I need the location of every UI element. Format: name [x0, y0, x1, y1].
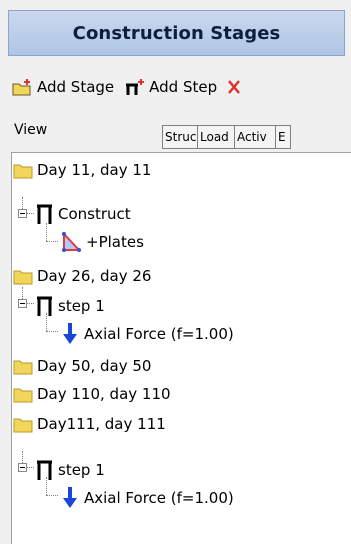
frame-icon: [37, 296, 52, 316]
expand-toggle[interactable]: [18, 299, 27, 308]
tree-item[interactable]: Axial Force (f=1.00): [60, 483, 234, 513]
view-row: View Struc Load Activ E: [0, 112, 351, 152]
step-label: Construct: [58, 205, 131, 223]
step-label: step 1: [58, 461, 105, 479]
tree-line: [46, 241, 58, 242]
frame-add-icon: [126, 79, 145, 95]
tree-step[interactable]: step 1: [36, 455, 105, 485]
stage-label: Day 26, day 26: [37, 267, 152, 285]
folder-icon: [13, 360, 33, 375]
panel-title: Construction Stages: [72, 22, 281, 44]
panel-header: Construction Stages: [8, 10, 345, 56]
tree-line: [26, 213, 34, 214]
tree-stage[interactable]: Day 110, day 110: [13, 379, 171, 409]
tree-line: [46, 331, 58, 332]
delete-icon: [228, 80, 241, 94]
plate-icon: [62, 231, 82, 252]
stage-label: Day111, day 111: [37, 415, 166, 433]
tree-line: [46, 495, 58, 496]
tab-e[interactable]: E: [275, 125, 291, 149]
arrow-down-icon: [63, 487, 77, 508]
add-step-label: Add Step: [149, 78, 218, 96]
stage-label: Day 50, day 50: [37, 357, 152, 375]
expand-toggle[interactable]: [18, 209, 27, 218]
stage-tree[interactable]: Day 11, day 11 Construct +Plates Day 26,…: [11, 152, 351, 544]
tree-stage[interactable]: Day 26, day 26: [13, 261, 151, 291]
tab-struc[interactable]: Struc: [162, 125, 198, 149]
folder-icon: [13, 164, 33, 179]
tree-line: [26, 303, 34, 304]
stage-label: Day 11, day 11: [37, 161, 152, 179]
stage-label: Day 110, day 110: [37, 385, 171, 403]
step-label: step 1: [58, 297, 105, 315]
delete-button[interactable]: [227, 74, 246, 100]
tree-item[interactable]: Axial Force (f=1.00): [60, 319, 234, 349]
item-label: Axial Force (f=1.00): [84, 489, 234, 507]
folder-icon: [13, 388, 33, 403]
folder-icon: [13, 418, 33, 433]
tree-item[interactable]: +Plates: [60, 227, 144, 257]
expand-toggle[interactable]: [18, 463, 27, 472]
tree-stage[interactable]: Day 11, day 11: [13, 155, 151, 185]
tab-load[interactable]: Load: [197, 125, 235, 149]
add-step-button[interactable]: Add Step: [124, 74, 217, 100]
view-tabs: Struc Load Activ E: [162, 125, 291, 149]
item-label: Axial Force (f=1.00): [84, 325, 234, 343]
add-stage-button[interactable]: Add Stage: [12, 74, 114, 100]
item-label: +Plates: [86, 233, 144, 251]
tree-stage[interactable]: Day 50, day 50: [13, 351, 151, 381]
folder-icon: [13, 270, 33, 285]
frame-icon: [37, 204, 52, 224]
frame-icon: [37, 460, 52, 480]
tree-step[interactable]: step 1: [36, 291, 105, 321]
arrow-down-icon: [63, 323, 77, 344]
tree-step[interactable]: Construct: [36, 199, 131, 229]
add-stage-label: Add Stage: [37, 78, 115, 96]
tree-stage[interactable]: Day111, day 111: [13, 409, 166, 439]
view-label: View: [14, 122, 48, 138]
tree-line: [26, 467, 34, 468]
toolbar: Add Stage Add Step: [12, 74, 351, 100]
folder-add-icon: [12, 79, 31, 96]
tab-activ[interactable]: Activ: [234, 125, 276, 149]
